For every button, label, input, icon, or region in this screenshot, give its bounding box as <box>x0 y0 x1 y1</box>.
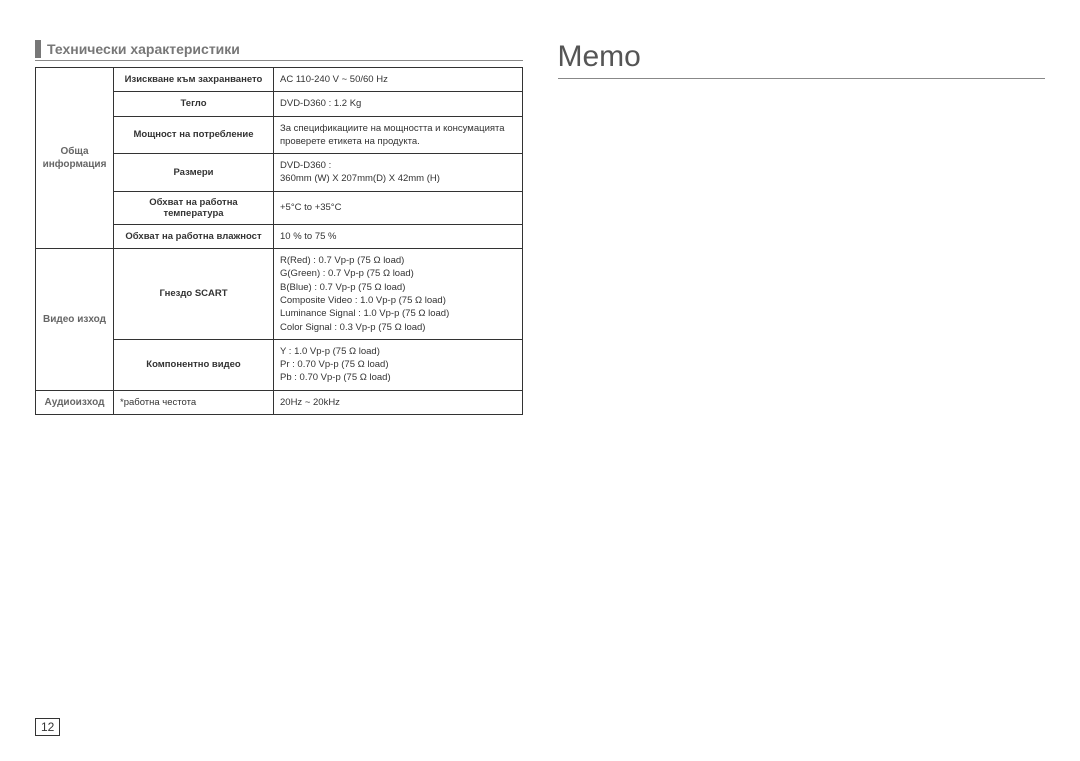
spec-label: Гнездо SCART <box>114 249 274 340</box>
spec-label: *работна честота <box>114 390 274 414</box>
memo-header: Memo <box>558 40 1046 79</box>
spec-value: DVD-D360 : 1.2 Kg <box>274 92 523 116</box>
spec-label: Изискване към захранването <box>114 68 274 92</box>
table-row: Видео изходГнездо SCARTR(Red) : 0.7 Vp-p… <box>36 249 523 340</box>
spec-label: Мощност на потребление <box>114 116 274 154</box>
table-row: Обща информацияИзискване към захранванет… <box>36 68 523 92</box>
row-group-header: Обща информация <box>36 68 114 249</box>
spec-label: Тегло <box>114 92 274 116</box>
table-row: Аудиоизход*работна честота20Hz ~ 20kHz <box>36 390 523 414</box>
section-header: Технически характеристики <box>35 40 523 61</box>
specifications-table: Обща информацияИзискване към захранванет… <box>35 67 523 415</box>
spec-label: Размери <box>114 154 274 192</box>
spec-value: 20Hz ~ 20kHz <box>274 390 523 414</box>
spec-value: За спецификациите на мощността и консума… <box>274 116 523 154</box>
spec-value: DVD-D360 :360mm (W) X 207mm(D) X 42mm (H… <box>274 154 523 192</box>
header-accent-bar <box>35 40 41 58</box>
spec-label: Компонентно видео <box>114 339 274 390</box>
section-title: Технически характеристики <box>47 41 240 57</box>
row-group-header: Видео изход <box>36 249 114 391</box>
spec-label: Обхват на работна температура <box>114 191 274 224</box>
spec-value: R(Red) : 0.7 Vp-p (75 Ω load)G(Green) : … <box>274 249 523 340</box>
spec-value: Y : 1.0 Vp-p (75 Ω load)Pr : 0.70 Vp-p (… <box>274 339 523 390</box>
row-group-header: Аудиоизход <box>36 390 114 414</box>
spec-value: AC 110-240 V ~ 50/60 Hz <box>274 68 523 92</box>
spec-label: Обхват на работна влажност <box>114 224 274 248</box>
memo-title: Memo <box>558 40 641 73</box>
page-number: 12 <box>35 718 60 736</box>
spec-value: 10 % to 75 % <box>274 224 523 248</box>
spec-value: +5°C to +35°C <box>274 191 523 224</box>
